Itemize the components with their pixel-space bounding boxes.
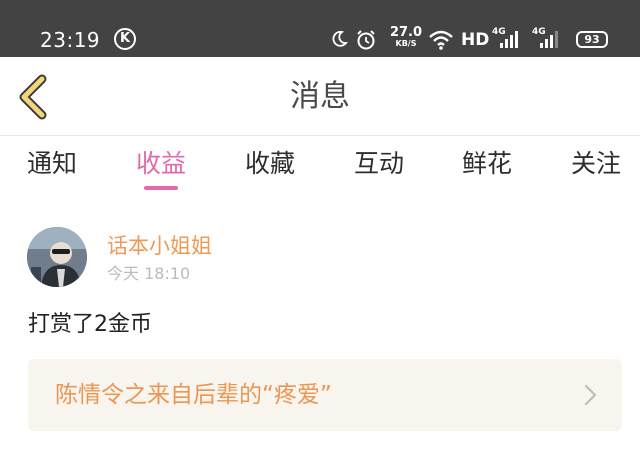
k-badge-icon: K <box>114 28 136 50</box>
tab-label: 关注 <box>570 149 621 178</box>
avatar[interactable] <box>27 227 87 287</box>
tab-label: 收益 <box>135 149 186 178</box>
tab-label: 互动 <box>353 149 404 178</box>
net-speed-value: 27.0 <box>389 25 423 40</box>
status-bar: 23:19 K 27.0 KB/S HD 4G 4G 93 <box>0 0 640 57</box>
tab-notifications[interactable]: 通知 <box>26 149 78 189</box>
tab-interactions[interactable]: 互动 <box>353 149 405 189</box>
net-speed: 27.0 KB/S <box>389 26 423 49</box>
chevron-right-icon <box>584 384 597 406</box>
avatar-image <box>27 227 87 287</box>
tab-bar: 通知 收益 收藏 互动 鲜花 关注 <box>0 137 640 195</box>
alarm-icon <box>357 30 375 50</box>
wifi-icon <box>429 30 453 50</box>
tab-favorites[interactable]: 收藏 <box>244 149 296 189</box>
message-time: 今天 18:10 <box>107 264 191 283</box>
signal-icon <box>540 31 558 48</box>
message-text: 打赏了2金币 <box>28 312 152 337</box>
book-card[interactable]: 陈情令之来自后辈的“疼爱” <box>28 359 622 431</box>
status-icons: 27.0 KB/S HD 4G 4G 93 <box>320 26 640 54</box>
page-title: 消息 <box>290 79 350 114</box>
hd-label: HD <box>461 30 490 50</box>
signal-icon <box>500 31 518 48</box>
status-time: 23:19 <box>40 28 101 52</box>
tab-label: 收藏 <box>244 149 295 178</box>
tab-active-indicator <box>144 186 178 190</box>
tab-label: 通知 <box>26 149 77 178</box>
username[interactable]: 话本小姐姐 <box>107 233 212 259</box>
message-item: 话本小姐姐 今天 18:10 打赏了2金币 陈情令之来自后辈的“疼爱” <box>0 195 640 453</box>
header: 消息 <box>0 57 640 136</box>
battery-icon: 93 <box>576 31 608 48</box>
tab-earnings[interactable]: 收益 <box>135 149 187 190</box>
tab-follows[interactable]: 关注 <box>570 149 622 189</box>
moon-icon <box>332 30 348 47</box>
tab-flowers[interactable]: 鲜花 <box>461 149 513 189</box>
net-speed-unit: KB/S <box>395 39 417 48</box>
book-card-title: 陈情令之来自后辈的“疼爱” <box>55 382 332 408</box>
tab-label: 鲜花 <box>461 149 512 178</box>
